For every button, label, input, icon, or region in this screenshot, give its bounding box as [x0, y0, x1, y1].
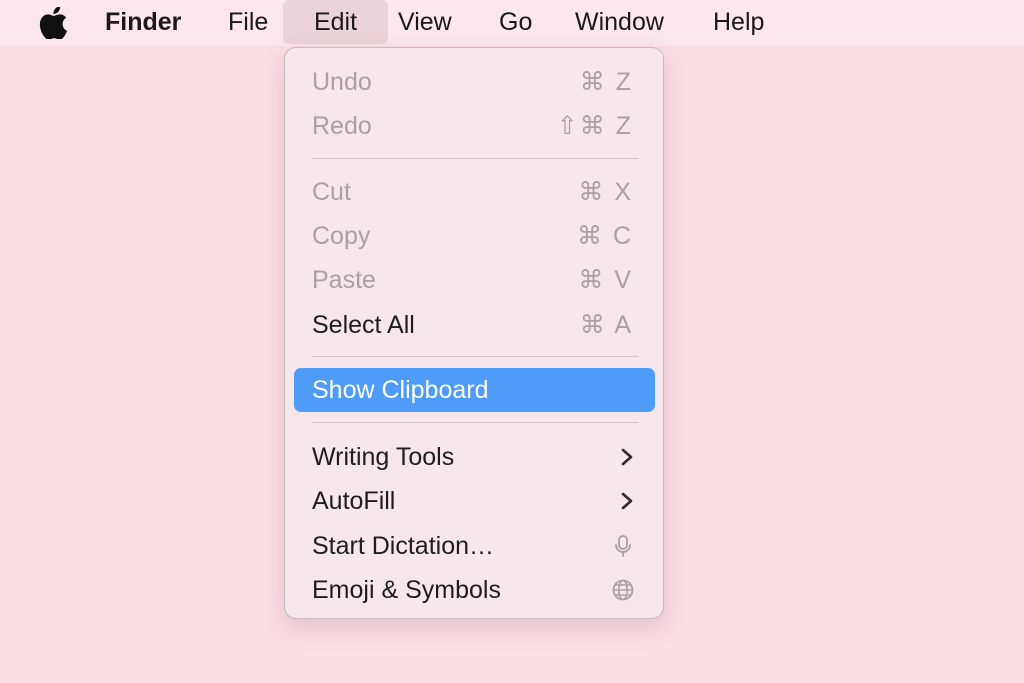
menu-item-shortcut: ⌘ X — [578, 178, 633, 206]
edit-menu: Undo ⌘ Z Redo ⇧⌘ Z Cut ⌘ X Copy ⌘ C Past… — [284, 47, 664, 619]
menu-separator — [312, 422, 638, 423]
microphone-icon — [615, 535, 631, 557]
menu-item-label: Cut — [312, 178, 351, 206]
menu-item-label: Start Dictation… — [312, 532, 495, 560]
menubar-item-view[interactable]: View — [398, 0, 452, 44]
menu-item-cut[interactable]: Cut ⌘ X — [294, 170, 655, 214]
menu-item-label: Undo — [312, 68, 372, 96]
menubar-item-go[interactable]: Go — [499, 0, 532, 44]
menu-item-undo[interactable]: Undo ⌘ Z — [294, 60, 655, 104]
menu-item-start-dictation[interactable]: Start Dictation… — [294, 524, 655, 568]
menu-item-label: Writing Tools — [312, 443, 455, 471]
menu-item-redo[interactable]: Redo ⇧⌘ Z — [294, 104, 655, 148]
menu-item-label: Select All — [312, 311, 415, 339]
menu-item-copy[interactable]: Copy ⌘ C — [294, 214, 655, 258]
menu-item-label: Redo — [312, 112, 372, 140]
menu-separator — [312, 158, 638, 159]
menubar-item-window[interactable]: Window — [575, 0, 664, 44]
menu-item-label: Emoji & Symbols — [312, 576, 501, 604]
globe-icon — [612, 579, 634, 601]
menu-item-shortcut: ⌘ V — [578, 266, 633, 294]
menu-item-label: Copy — [312, 222, 371, 250]
menu-item-select-all[interactable]: Select All ⌘ A — [294, 303, 655, 347]
menubar-app-name[interactable]: Finder — [105, 0, 181, 44]
menu-item-label: Paste — [312, 266, 376, 294]
chevron-right-icon — [621, 492, 633, 510]
menu-item-emoji-symbols[interactable]: Emoji & Symbols — [294, 568, 655, 612]
menu-item-label: Show Clipboard — [312, 376, 489, 404]
menu-item-label: AutoFill — [312, 487, 396, 515]
menu-item-shortcut: ⇧⌘ Z — [556, 112, 633, 140]
menu-item-shortcut: ⌘ C — [577, 222, 633, 250]
menu-item-shortcut: ⌘ A — [579, 311, 633, 339]
menu-separator — [312, 356, 638, 357]
menu-item-paste[interactable]: Paste ⌘ V — [294, 258, 655, 302]
menu-item-writing-tools[interactable]: Writing Tools — [294, 435, 655, 479]
menu-item-show-clipboard[interactable]: Show Clipboard — [294, 368, 655, 412]
menu-item-shortcut: ⌘ Z — [579, 68, 633, 96]
menubar-item-help[interactable]: Help — [713, 0, 764, 44]
menu-bar: Finder File Edit View Go Window Help — [0, 0, 1024, 46]
menubar-item-edit[interactable]: Edit — [283, 0, 388, 44]
chevron-right-icon — [621, 448, 633, 466]
apple-logo-icon[interactable] — [38, 7, 68, 39]
menubar-item-file[interactable]: File — [228, 0, 268, 44]
menu-item-autofill[interactable]: AutoFill — [294, 479, 655, 523]
